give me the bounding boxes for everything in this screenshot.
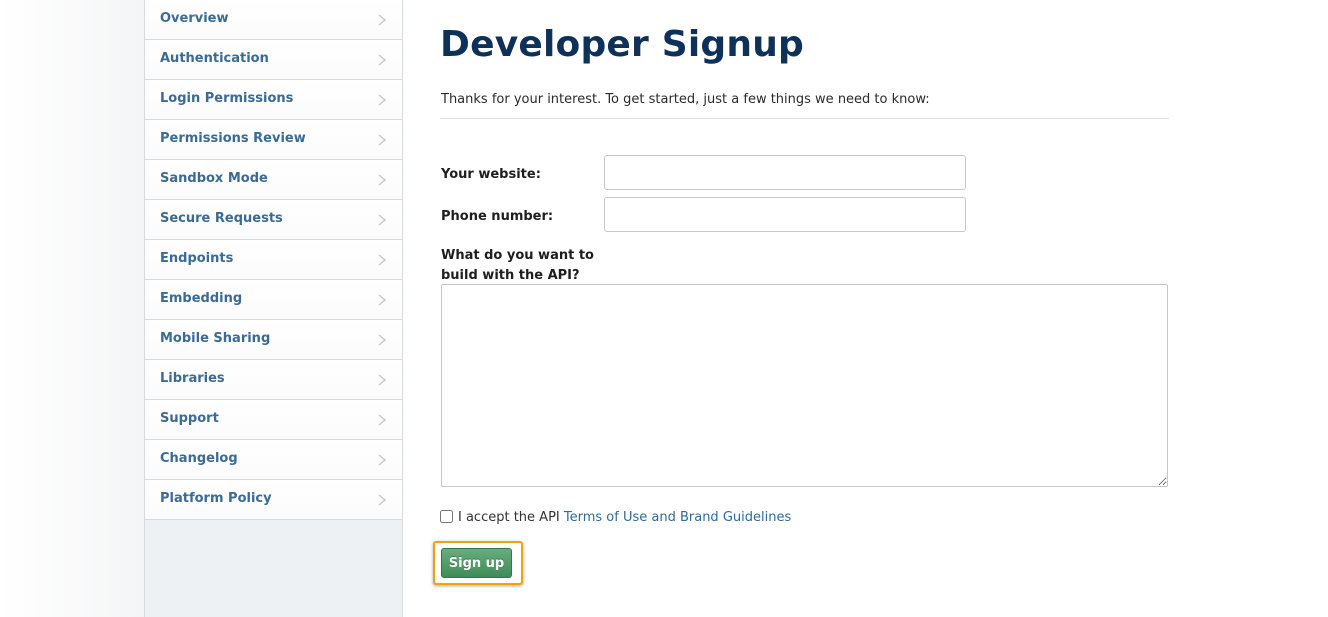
chevron-right-icon xyxy=(378,214,387,226)
sidebar-nav: Overview Authentication Login Permission… xyxy=(144,0,403,617)
terms-link[interactable]: Terms of Use and Brand Guidelines xyxy=(564,510,791,525)
sidebar-item-libraries[interactable]: Libraries xyxy=(145,360,402,400)
sidebar-item-label: Secure Requests xyxy=(160,211,283,226)
chevron-right-icon xyxy=(378,14,387,26)
chevron-right-icon xyxy=(378,414,387,426)
build-label: What do you want to build with the API? xyxy=(441,246,594,286)
sidebar-item-secure-requests[interactable]: Secure Requests xyxy=(145,200,402,240)
chevron-right-icon xyxy=(378,454,387,466)
sidebar-item-permissions-review[interactable]: Permissions Review xyxy=(145,120,402,160)
sidebar-item-embedding[interactable]: Embedding xyxy=(145,280,402,320)
sidebar-item-label: Overview xyxy=(160,11,229,26)
terms-text: I accept the API Terms of Use and Brand … xyxy=(458,510,791,525)
intro-text: Thanks for your interest. To get started… xyxy=(441,92,930,107)
sidebar-item-label: Authentication xyxy=(160,51,269,66)
sidebar-item-mobile-sharing[interactable]: Mobile Sharing xyxy=(145,320,402,360)
chevron-right-icon xyxy=(378,494,387,506)
chevron-right-icon xyxy=(378,334,387,346)
terms-checkbox[interactable] xyxy=(440,510,453,523)
sidebar-item-label: Sandbox Mode xyxy=(160,171,268,186)
chevron-right-icon xyxy=(378,374,387,386)
sidebar-item-overview[interactable]: Overview xyxy=(145,0,402,40)
sidebar-item-platform-policy[interactable]: Platform Policy xyxy=(145,480,402,520)
chevron-right-icon xyxy=(378,54,387,66)
chevron-right-icon xyxy=(378,254,387,266)
sidebar-item-changelog[interactable]: Changelog xyxy=(145,440,402,480)
left-gutter xyxy=(0,0,145,617)
phone-label: Phone number: xyxy=(441,209,554,224)
terms-prefix: I accept the API xyxy=(458,510,564,525)
page: Overview Authentication Login Permission… xyxy=(0,0,1328,617)
sidebar-item-login-permissions[interactable]: Login Permissions xyxy=(145,80,402,120)
sidebar-item-authentication[interactable]: Authentication xyxy=(145,40,402,80)
signup-focus-ring: Sign up xyxy=(433,541,523,585)
chevron-right-icon xyxy=(378,134,387,146)
chevron-right-icon xyxy=(378,174,387,186)
sidebar-item-endpoints[interactable]: Endpoints xyxy=(145,240,402,280)
phone-input[interactable] xyxy=(604,197,966,232)
sidebar-item-label: Mobile Sharing xyxy=(160,331,271,346)
sidebar-item-label: Platform Policy xyxy=(160,491,272,506)
sidebar-item-label: Permissions Review xyxy=(160,131,306,146)
sidebar-list: Overview Authentication Login Permission… xyxy=(145,0,402,520)
page-title: Developer Signup xyxy=(440,24,804,65)
build-textarea[interactable] xyxy=(441,284,1168,487)
sidebar-item-sandbox-mode[interactable]: Sandbox Mode xyxy=(145,160,402,200)
sidebar-item-label: Embedding xyxy=(160,291,243,306)
divider xyxy=(440,118,1169,119)
sidebar-item-label: Login Permissions xyxy=(160,91,294,106)
website-input[interactable] xyxy=(604,155,966,190)
build-label-line2: build with the API? xyxy=(441,268,580,283)
chevron-right-icon xyxy=(378,294,387,306)
sidebar-item-support[interactable]: Support xyxy=(145,400,402,440)
build-label-line1: What do you want to xyxy=(441,248,594,263)
sidebar-item-label: Libraries xyxy=(160,371,225,386)
sidebar-item-label: Changelog xyxy=(160,451,238,466)
signup-button[interactable]: Sign up xyxy=(441,548,512,578)
chevron-right-icon xyxy=(378,94,387,106)
sidebar-item-label: Endpoints xyxy=(160,251,234,266)
sidebar-item-label: Support xyxy=(160,411,219,426)
website-label: Your website: xyxy=(441,167,541,182)
